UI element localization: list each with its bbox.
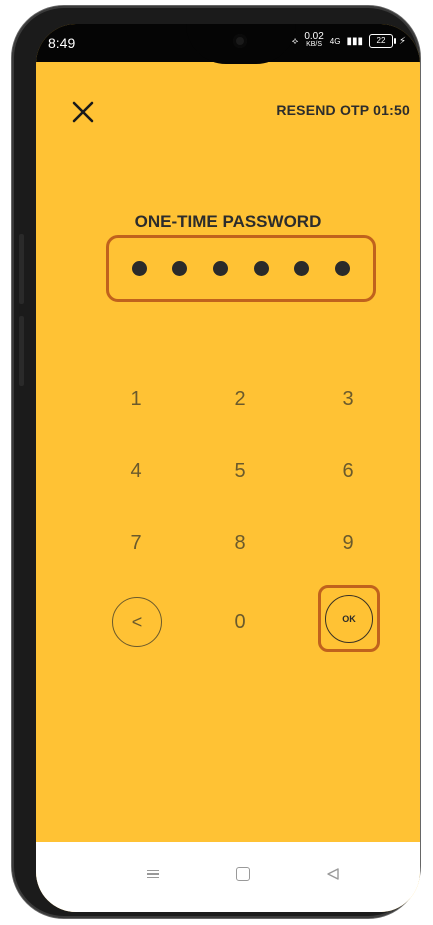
key-8[interactable]: 8 bbox=[210, 521, 270, 565]
network-speed-unit: KB/S bbox=[306, 41, 323, 48]
otp-digit-dot bbox=[213, 261, 229, 276]
otp-digit-dot bbox=[131, 261, 147, 276]
signal-icon: ▮▮▮ bbox=[346, 35, 363, 47]
status-time: 8:49 bbox=[48, 35, 76, 51]
home-button[interactable] bbox=[228, 862, 258, 886]
charging-icon: ⚡ bbox=[398, 35, 406, 47]
network-speed: 0.02 KB/S bbox=[304, 31, 324, 49]
backspace-button[interactable]: < bbox=[112, 597, 162, 647]
menu-icon bbox=[147, 868, 159, 881]
back-button[interactable] bbox=[318, 862, 348, 886]
key-6[interactable]: 6 bbox=[318, 449, 378, 493]
resend-otp-button[interactable]: RESEND OTP 01:50 bbox=[276, 102, 410, 118]
recent-apps-button[interactable] bbox=[138, 862, 168, 886]
key-0[interactable]: 0 bbox=[210, 600, 270, 644]
battery-icon: 22 bbox=[368, 34, 396, 48]
camera-icon bbox=[233, 34, 247, 48]
network-speed-value: 0.02 bbox=[304, 31, 324, 42]
ok-button[interactable]: OK bbox=[318, 585, 380, 652]
key-1[interactable]: 1 bbox=[106, 377, 166, 421]
key-3[interactable]: 3 bbox=[318, 377, 378, 421]
otp-digit-dot bbox=[172, 261, 188, 276]
key-2[interactable]: 2 bbox=[210, 377, 270, 421]
back-triangle-icon bbox=[327, 868, 339, 880]
close-button[interactable] bbox=[70, 99, 96, 125]
phone-frame: 8:49 ⟡ 0.02 KB/S 4G ▮▮▮ 22 ⚡ RESEND OTP … bbox=[12, 6, 420, 918]
signal-type: 4G bbox=[329, 36, 341, 46]
volume-down-button bbox=[19, 316, 24, 386]
system-nav-bar bbox=[36, 842, 420, 912]
close-icon bbox=[72, 101, 94, 123]
screen: 8:49 ⟡ 0.02 KB/S 4G ▮▮▮ 22 ⚡ RESEND OTP … bbox=[36, 24, 420, 912]
ok-key: OK bbox=[325, 594, 373, 643]
otp-digit-dot bbox=[294, 261, 310, 276]
otp-digit-dot bbox=[253, 261, 269, 276]
key-4[interactable]: 4 bbox=[106, 449, 166, 493]
otp-input[interactable] bbox=[106, 235, 376, 302]
status-icons: ⟡ 0.02 KB/S 4G ▮▮▮ 22 ⚡ bbox=[292, 31, 406, 49]
battery-level: 22 bbox=[376, 36, 386, 45]
key-7[interactable]: 7 bbox=[106, 521, 166, 565]
ok-label: OK bbox=[342, 613, 356, 624]
otp-title: ONE-TIME PASSWORD bbox=[134, 212, 322, 231]
home-icon bbox=[236, 867, 250, 881]
volume-up-button bbox=[19, 234, 24, 304]
chevron-left-icon: < bbox=[131, 611, 143, 632]
key-9[interactable]: 9 bbox=[318, 521, 378, 565]
key-5[interactable]: 5 bbox=[210, 449, 270, 493]
otp-digit-dot bbox=[335, 261, 351, 276]
